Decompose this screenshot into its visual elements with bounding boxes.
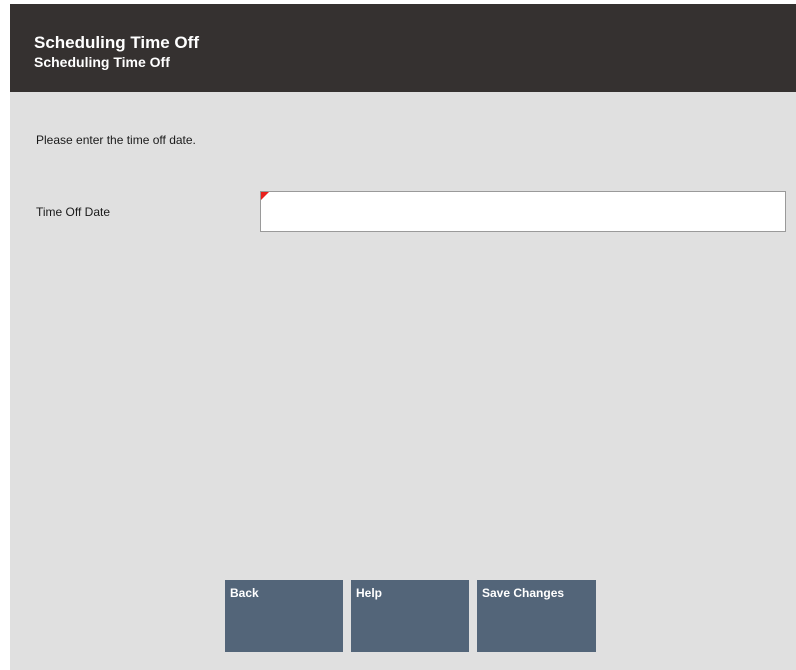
time-off-date-input[interactable] [260,191,786,232]
save-changes-button[interactable]: Save Changes [477,580,596,652]
page-subtitle: Scheduling Time Off [34,54,170,70]
app-window: Scheduling Time Off Scheduling Time Off … [10,4,796,670]
title-bar: Scheduling Time Off Scheduling Time Off [10,4,796,92]
page-title: Scheduling Time Off [34,33,199,52]
back-button[interactable]: Back [225,580,343,652]
help-button[interactable]: Help [351,580,469,652]
time-off-date-label: Time Off Date [36,205,111,219]
instruction-prompt: Please enter the time off date. [36,133,196,147]
